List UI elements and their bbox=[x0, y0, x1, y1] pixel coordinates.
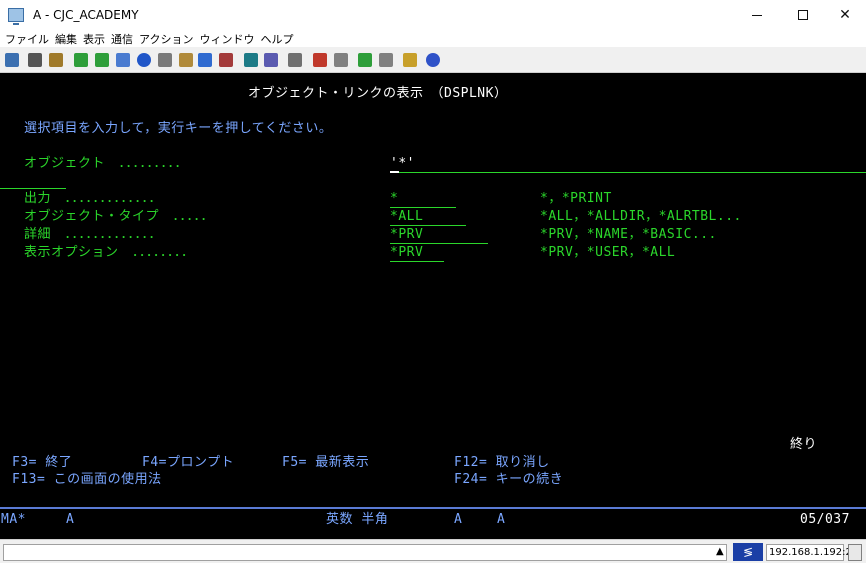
fkey-f3[interactable]: F3= 終了 bbox=[12, 455, 72, 471]
detail-label: 詳細 ．．．．．．．．．．．．． bbox=[24, 227, 163, 242]
menu-action[interactable]: アクション bbox=[139, 31, 193, 47]
receive-file-icon[interactable] bbox=[95, 53, 109, 67]
menu-bar: ファイル 編集 表示 通信 アクション ウィンドウ ヘルプ bbox=[0, 30, 866, 47]
fkey-f24[interactable]: F24= キーの続き bbox=[454, 472, 563, 488]
display-session-icon[interactable] bbox=[116, 53, 130, 67]
terminal-screen[interactable]: オブジェクト・リンクの表示 （DSPLNK） 選択項目を入力して，実行キーを押し… bbox=[0, 73, 866, 539]
instruction-text: 選択項目を入力して，実行キーを押してください。 bbox=[24, 121, 333, 136]
close-icon: ✕ bbox=[839, 7, 851, 23]
title-bar: A - CJC_ACADEMY ✕ bbox=[0, 0, 866, 30]
maximize-button[interactable] bbox=[780, 0, 826, 30]
paste-icon[interactable] bbox=[49, 53, 63, 67]
output-options: *，*PRINT bbox=[540, 191, 612, 206]
object-input-underline bbox=[390, 172, 866, 173]
menu-file[interactable]: ファイル bbox=[5, 31, 49, 47]
oia-input-mode: 英数 半角 bbox=[326, 512, 389, 527]
record-macro-icon[interactable] bbox=[313, 53, 327, 67]
pause-macro-icon[interactable] bbox=[379, 53, 393, 67]
close-button[interactable]: ✕ bbox=[822, 0, 866, 30]
detail-input-underline bbox=[390, 243, 488, 244]
separator-line bbox=[0, 188, 66, 189]
fkey-f12[interactable]: F12= 取り消し bbox=[454, 455, 550, 471]
host-address: 192.168.1.192:23 bbox=[766, 544, 858, 561]
note-icon[interactable] bbox=[403, 53, 417, 67]
oia-session: A bbox=[66, 512, 75, 527]
resize-grip-icon[interactable] bbox=[848, 544, 862, 561]
menu-communication[interactable]: 通信 bbox=[111, 31, 133, 47]
cursor-position: 05/037 bbox=[800, 512, 850, 527]
display-option-label: 表示オプション ．．．．．．．． bbox=[24, 245, 195, 260]
end-indicator: 終り bbox=[790, 437, 818, 452]
send-file-icon[interactable] bbox=[74, 53, 88, 67]
monitor-icon[interactable] bbox=[244, 53, 258, 67]
output-input[interactable]: * bbox=[390, 191, 398, 207]
menu-edit[interactable]: 編集 bbox=[55, 31, 77, 47]
detail-input[interactable]: *PRV bbox=[390, 227, 423, 243]
fkey-f5[interactable]: F5= 最新表示 bbox=[282, 455, 369, 471]
print-screen-icon[interactable] bbox=[5, 53, 19, 67]
network-connection-icon: ≶ bbox=[733, 543, 763, 561]
compass-icon[interactable] bbox=[137, 53, 151, 67]
menu-view[interactable]: 表示 bbox=[83, 31, 105, 47]
object-type-label: オブジェクト・タイプ ．．．．． bbox=[24, 209, 215, 224]
help-icon[interactable] bbox=[426, 53, 440, 67]
menu-window[interactable]: ウィンドウ bbox=[199, 31, 254, 47]
text-cursor bbox=[390, 171, 399, 173]
oia-status: MA* bbox=[1, 512, 26, 527]
copy-icon[interactable] bbox=[28, 53, 42, 67]
fkey-f13[interactable]: F13= この画面の使用法 bbox=[12, 472, 162, 488]
window-title: A - CJC_ACADEMY bbox=[33, 8, 139, 22]
package-icon[interactable] bbox=[179, 53, 193, 67]
macro-icon[interactable] bbox=[288, 53, 302, 67]
menu-help[interactable]: ヘルプ bbox=[260, 31, 293, 47]
screen-title: オブジェクト・リンクの表示 （DSPLNK） bbox=[248, 86, 508, 101]
play-macro-icon[interactable] bbox=[358, 53, 372, 67]
status-message-box bbox=[3, 544, 727, 561]
detail-options: *PRV，*NAME，*BASIC... bbox=[540, 227, 717, 242]
display-option-input[interactable]: *PRV bbox=[390, 245, 423, 261]
display-option-input-underline bbox=[390, 261, 444, 262]
database-icon[interactable] bbox=[219, 53, 233, 67]
fkey-f4[interactable]: F4=プロンプト bbox=[142, 455, 234, 471]
status-bar: ▲ ≶ 192.168.1.192:23 bbox=[0, 539, 866, 563]
minimize-button[interactable] bbox=[734, 0, 780, 30]
terminal-app-icon bbox=[8, 8, 24, 25]
operator-info-area: MA* A 英数 半角 A A 05/037 bbox=[0, 507, 866, 539]
oia-indicator-a2: A bbox=[497, 512, 506, 527]
globe-icon[interactable] bbox=[198, 53, 212, 67]
output-label: 出力 ．．．．．．．．．．．．． bbox=[24, 191, 163, 206]
oia-indicator-a1: A bbox=[454, 512, 463, 527]
object-input[interactable]: '*' bbox=[390, 156, 415, 172]
output-input-underline bbox=[390, 207, 456, 208]
keyboard-icon[interactable] bbox=[264, 53, 278, 67]
object-label: オブジェクト ．．．．．．．．． bbox=[24, 156, 189, 171]
notes-icon[interactable] bbox=[158, 53, 172, 67]
maximize-icon bbox=[798, 10, 808, 20]
object-type-input-underline bbox=[390, 225, 466, 226]
stop-macro-icon[interactable] bbox=[334, 53, 348, 67]
object-type-options: *ALL，*ALLDIR，*ALRTBL... bbox=[540, 209, 742, 224]
minimize-icon bbox=[752, 14, 762, 16]
display-option-options: *PRV，*USER，*ALL bbox=[540, 245, 676, 260]
scroll-up-icon[interactable]: ▲ bbox=[716, 546, 724, 557]
object-type-input[interactable]: *ALL bbox=[390, 209, 423, 225]
toolbar bbox=[0, 48, 866, 73]
